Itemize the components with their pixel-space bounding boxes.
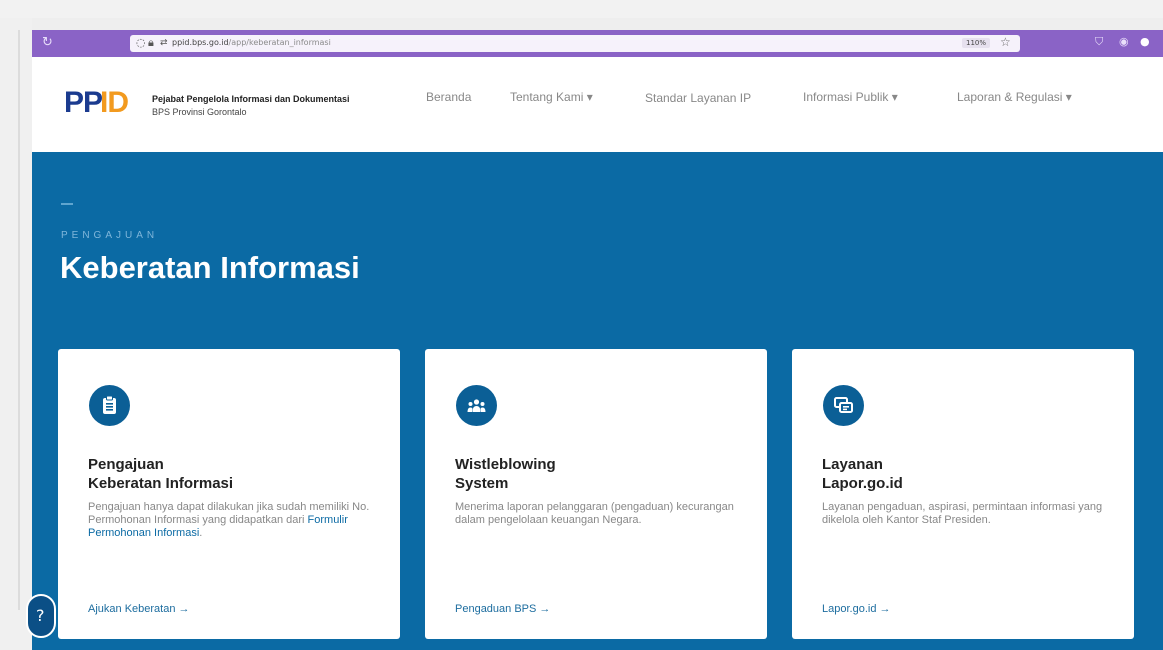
bookmark-star-icon[interactable]: ☆: [1000, 35, 1011, 49]
svg-text:ID: ID: [100, 86, 128, 119]
frame-left-line: [18, 30, 20, 610]
nav-informasi-publik[interactable]: Informasi Publik ▾: [803, 90, 898, 104]
url-path: /app/keberatan_informasi: [228, 38, 331, 47]
extension-icon[interactable]: ⛉: [1095, 35, 1103, 49]
help-chat-button[interactable]: ?: [26, 594, 56, 638]
browser-window: ↻ ◌ 🔒︎ ⇄ ppid.bps.go.id/app/keberatan_in…: [32, 30, 1163, 650]
card-description-tail: .: [199, 527, 203, 539]
hero-title: Keberatan Informasi: [60, 250, 360, 285]
reload-icon[interactable]: ↻: [42, 35, 53, 50]
chat-icon: [834, 397, 853, 413]
card-icon-circle: [456, 385, 497, 426]
pengaduan-bps-link[interactable]: Pengaduan BPS →: [455, 603, 550, 615]
zoom-badge[interactable]: 110%: [962, 38, 991, 48]
card-keberatan: Pengajuan Keberatan Informasi Pengajuan …: [58, 349, 400, 639]
hero-eyebrow: PENGAJUAN: [61, 230, 159, 241]
permissions-icon[interactable]: ⇄: [160, 38, 168, 48]
menu-icon[interactable]: ●: [1140, 35, 1150, 48]
card-description: Layanan pengaduan, aspirasi, permintaan …: [822, 501, 1103, 526]
brand-subtitle: BPS Provinsi Gorontalo: [152, 107, 247, 117]
address-bar[interactable]: ◌ 🔒︎ ⇄ ppid.bps.go.id/app/keberatan_info…: [130, 35, 1020, 52]
clipboard-icon: [103, 395, 116, 414]
frame-left-shade: [0, 18, 32, 650]
card-icon-circle: [823, 385, 864, 426]
card-title-line1: Layanan: [822, 456, 883, 473]
card-title-line1: Wistleblowing: [455, 456, 556, 473]
browser-toolbar: ↻ ◌ 🔒︎ ⇄ ppid.bps.go.id/app/keberatan_in…: [32, 30, 1163, 57]
card-lapor: Layanan Lapor.go.id Layanan pengaduan, a…: [792, 349, 1134, 639]
card-icon-circle: [89, 385, 130, 426]
url-host: ppid.bps.go.id: [172, 38, 229, 47]
card-title-line2: Lapor.go.id: [822, 475, 903, 492]
site-header: PP ID Pejabat Pengelola Informasi dan Do…: [32, 57, 1163, 152]
nav-standar-layanan[interactable]: Standar Layanan IP: [645, 90, 765, 107]
card-title-line1: Pengajuan: [88, 456, 164, 473]
card-whistleblowing: Wistleblowing System Menerima laporan pe…: [425, 349, 767, 639]
svg-text:PP: PP: [64, 86, 102, 119]
card-description: Pengajuan hanya dapat dilakukan jika sud…: [88, 501, 373, 540]
people-icon: [467, 399, 486, 412]
ppid-logo[interactable]: PP ID: [64, 85, 140, 119]
nav-tentang-kami[interactable]: Tentang Kami ▾: [510, 90, 593, 104]
card-description: Menerima laporan pelanggaran (pengaduan)…: [455, 501, 734, 526]
help-icon: ?: [36, 606, 45, 625]
ajukan-keberatan-link[interactable]: Ajukan Keberatan →: [88, 603, 190, 615]
nav-beranda[interactable]: Beranda: [426, 90, 471, 104]
shield-icon[interactable]: ◌: [136, 36, 146, 49]
nav-laporan-regulasi[interactable]: Laporan & Regulasi ▾: [957, 90, 1072, 104]
hero-section: PENGAJUAN Keberatan Informasi Pengajuan …: [32, 152, 1163, 650]
card-title-line2: System: [455, 475, 509, 492]
hero-dash: [61, 203, 73, 205]
card-title-line2: Keberatan Informasi: [88, 475, 234, 492]
frame-top-shade: [0, 0, 1163, 18]
lock-icon[interactable]: 🔒︎: [148, 36, 154, 50]
lapor-go-id-link[interactable]: Lapor.go.id →: [822, 603, 891, 615]
url-text[interactable]: ppid.bps.go.id/app/keberatan_informasi: [172, 38, 331, 47]
brand-title: Pejabat Pengelola Informasi dan Dokument…: [152, 94, 350, 104]
account-icon[interactable]: ◉: [1119, 35, 1129, 48]
